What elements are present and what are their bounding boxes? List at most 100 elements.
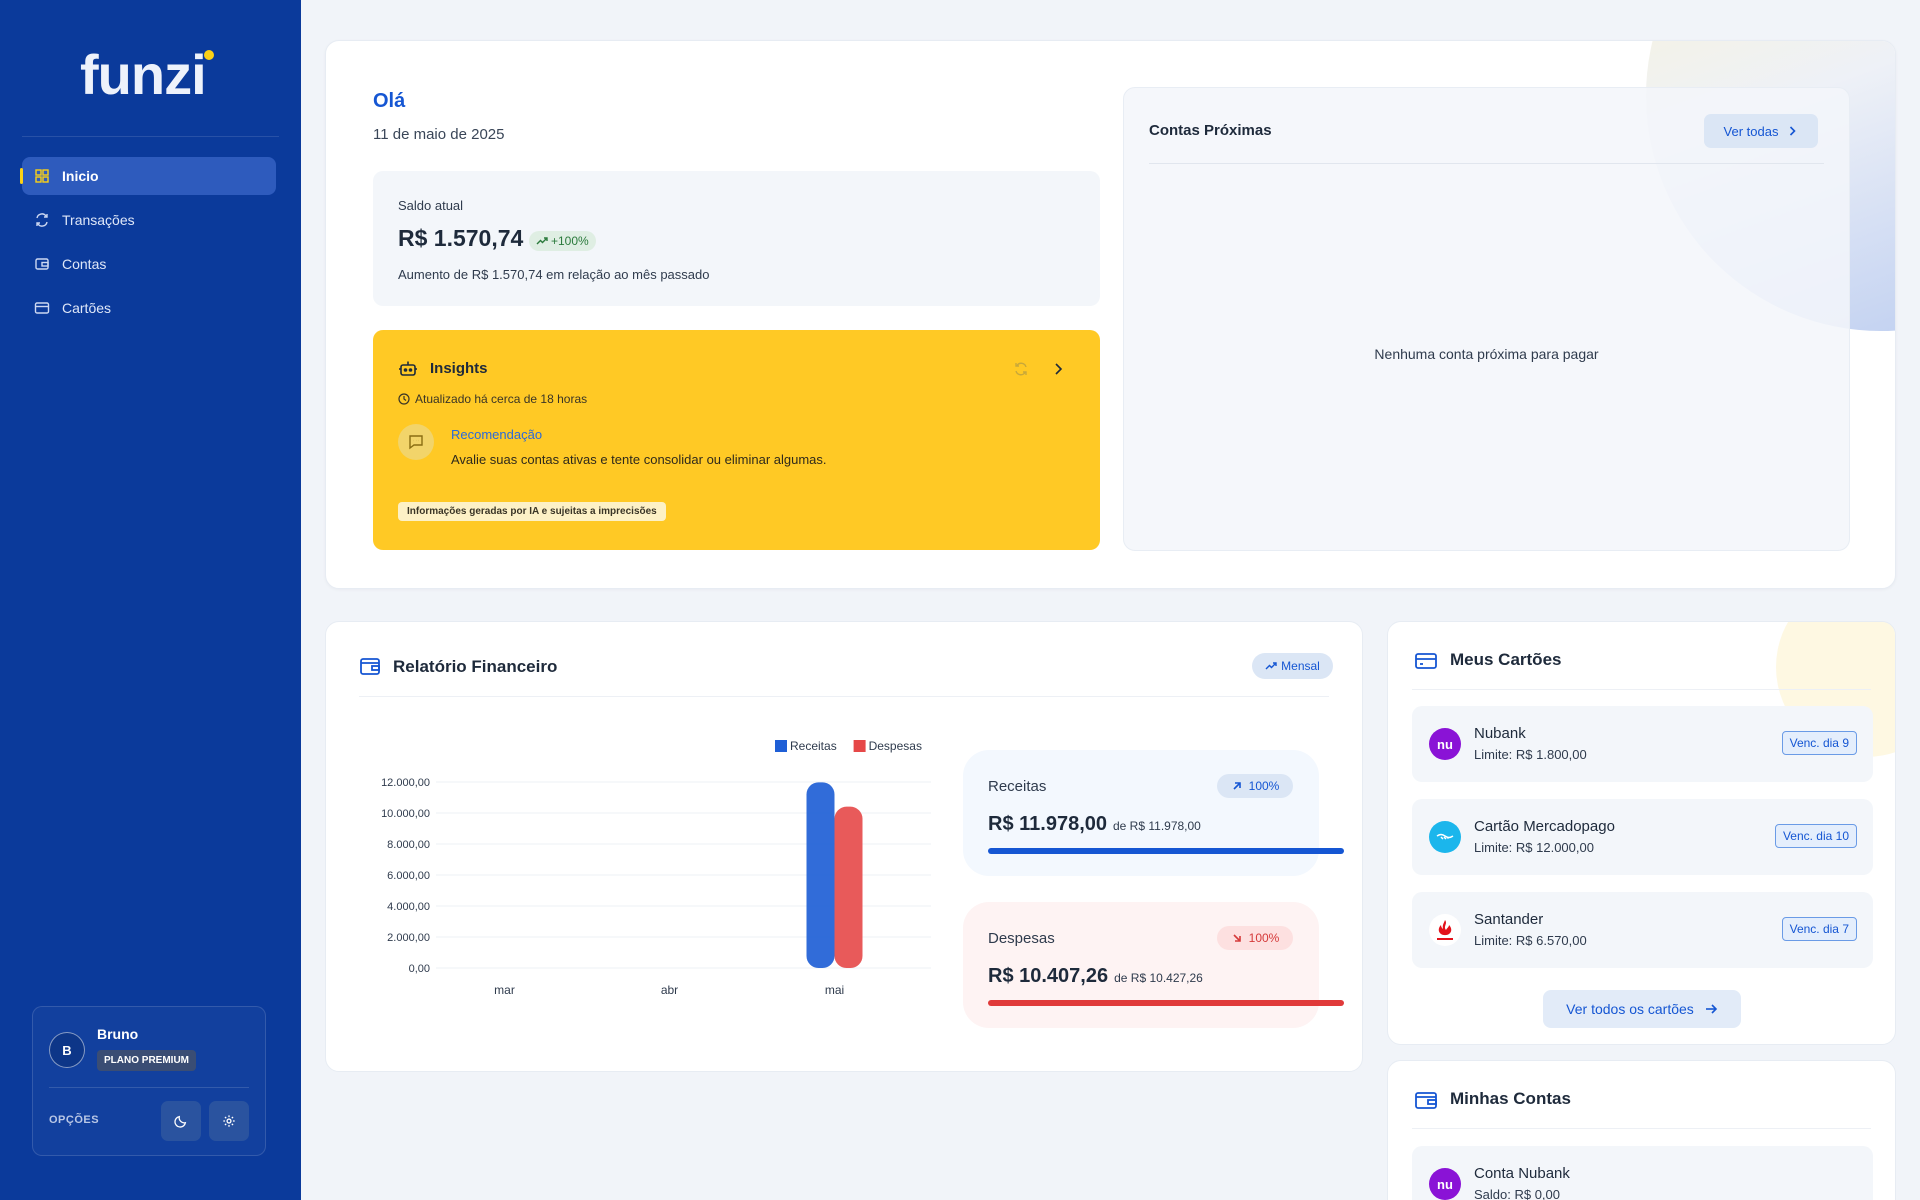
expenses-percent-badge: 100%: [1217, 926, 1293, 950]
balance-value: R$ 1.570,74: [398, 225, 524, 251]
card-item-nubank[interactable]: nu Nubank Limite: R$ 1.800,00 Venc. dia …: [1412, 706, 1873, 782]
card-item-mercadopago[interactable]: Cartão Mercadopago Limite: R$ 12.000,00 …: [1412, 799, 1873, 875]
app-logo[interactable]: funzi: [80, 42, 207, 107]
chat-icon: [409, 435, 423, 450]
report-title: Relatório Financeiro: [393, 657, 558, 676]
y-tick-label: 2.000,00: [387, 932, 430, 944]
view-all-cards-button[interactable]: Ver todos os cartões: [1543, 990, 1741, 1028]
sidebar-divider: [22, 136, 279, 137]
balance-change: +100%: [551, 234, 589, 248]
chevron-right-icon[interactable]: [1050, 361, 1066, 377]
income-value: R$ 11.978,00: [988, 813, 1107, 835]
income-of: de R$ 11.978,00: [1113, 819, 1201, 833]
y-tick-label: 0,00: [409, 963, 430, 975]
expenses-percent: 100%: [1248, 931, 1280, 945]
y-tick-label: 4.000,00: [387, 901, 430, 913]
card-item-santander[interactable]: Santander Limite: R$ 6.570,00 Venc. dia …: [1412, 892, 1873, 968]
legend-swatch: [853, 740, 866, 752]
income-card: Receitas 100% R$ 11.978,00 de R$ 11.978,0…: [963, 750, 1344, 876]
income-percent: 100%: [1248, 779, 1280, 793]
user-name: Bruno: [97, 1026, 139, 1042]
expenses-of: de R$ 10.427,26: [1114, 971, 1203, 985]
account-balance: Saldo: R$ 0,00: [1474, 1187, 1561, 1200]
cards-divider: [1412, 689, 1871, 690]
legend-label: Receitas: [790, 739, 837, 753]
insights-updated-text: Atualizado há cerca de 18 horas: [415, 392, 588, 406]
card-limit: Limite: R$ 6.570,00: [1474, 933, 1587, 948]
credit-card-icon: [1415, 653, 1437, 669]
balance-change-badge: +100%: [529, 231, 596, 251]
recommendation-avatar: [398, 424, 434, 460]
upcoming-bills: Contas Próximas Ver todas Nenhuma conta …: [1123, 87, 1850, 551]
arrow-up-right-icon: [1233, 782, 1241, 790]
avatar[interactable]: B: [49, 1032, 85, 1068]
wallet-icon: [34, 256, 50, 272]
robot-icon: [399, 361, 417, 376]
plan-badge: PLANO PREMIUM: [97, 1050, 196, 1071]
x-tick-label: mai: [825, 983, 844, 997]
wallet-icon: [1415, 1092, 1437, 1109]
expenses-progress-bar: [988, 1000, 1344, 1006]
expenses-value: R$ 10.407,26: [988, 965, 1109, 987]
expenses-card: Despesas 100% R$ 10.407,26 de R$ 10.427,2…: [963, 902, 1344, 1028]
balance-label: Saldo atual: [398, 198, 464, 213]
recommendation-title: Recomendação: [451, 427, 543, 442]
account-item-nubank[interactable]: nu Conta Nubank Saldo: R$ 0,00: [1412, 1146, 1873, 1200]
user-card: B Bruno PLANO PREMIUM OPÇÕES: [32, 1006, 266, 1156]
expenses-value-row: R$ 10.407,26 de R$ 10.427,26: [988, 965, 1203, 988]
flame-icon: [1437, 920, 1453, 940]
view-all-cards-label: Ver todos os cartões: [1566, 1001, 1694, 1017]
financial-report: Relatório Financeiro Mensal 0,00 2.000,00…: [325, 621, 1363, 1072]
insights-updated: Atualizado há cerca de 18 horas: [398, 392, 587, 406]
card-name: Cartão Mercadopago: [1474, 818, 1615, 835]
sidebar-item-inicio[interactable]: Inicio: [20, 157, 276, 195]
recommendation-text: Avalie suas contas ativas e tente consol…: [451, 452, 827, 467]
arrow-right-icon: [1705, 1004, 1717, 1014]
settings-button[interactable]: [209, 1101, 249, 1141]
exchange-icon: [34, 212, 50, 228]
upcoming-title: Contas Próximas: [1149, 122, 1272, 139]
sidebar: funzi Inicio Transações Contas Cartões B…: [0, 0, 301, 1200]
y-tick-label: 8.000,00: [387, 839, 430, 851]
trending-up-icon: [536, 237, 548, 245]
trending-up-icon: [1265, 662, 1277, 670]
report-period-toggle[interactable]: Mensal: [1252, 653, 1333, 679]
income-expense-chart: 0,00 2.000,00 4.000,00 6.000,00 8.000,00 10.0…: [381, 739, 931, 997]
current-date: 11 de maio de 2025: [373, 126, 505, 143]
y-tick-label: 10.000,00: [381, 808, 430, 820]
view-all-bills-button[interactable]: Ver todas: [1704, 114, 1818, 148]
card-name: Santander: [1474, 911, 1544, 928]
overview-card: Olá 11 de maio de 2025 Saldo atual R$ 1.…: [325, 40, 1896, 589]
my-accounts-panel: Minhas Contas nu Conta Nubank Saldo: R$ …: [1387, 1060, 1896, 1200]
my-cards-panel: Meus Cartões nu Nubank Limite: R$ 1.800,…: [1387, 621, 1896, 1045]
accounts-title: Minhas Contas: [1450, 1089, 1571, 1108]
sidebar-item-label: Inicio: [62, 168, 99, 184]
card-limit: Limite: R$ 12.000,00: [1474, 840, 1594, 855]
report-divider: [359, 696, 1329, 697]
moon-icon: [174, 1115, 187, 1128]
income-value-row: R$ 11.978,00 de R$ 11.978,00: [988, 813, 1201, 836]
account-name: Conta Nubank: [1474, 1165, 1570, 1182]
insights-card: Insights Atualizado há cerca de 18 horas…: [373, 330, 1100, 550]
chevron-right-icon: [1790, 126, 1797, 136]
handshake-icon: [1436, 833, 1454, 840]
dark-mode-button[interactable]: [161, 1101, 201, 1141]
insights-title: Insights: [430, 360, 488, 377]
balance-box: Saldo atual R$ 1.570,74 +100% Aumento de…: [373, 171, 1100, 306]
x-tick-label: abr: [661, 983, 678, 997]
greeting: Olá: [373, 90, 406, 112]
logo-dot: [204, 50, 214, 60]
sidebar-item-transacoes[interactable]: Transações: [22, 201, 276, 239]
income-progress-bar: [988, 848, 1344, 854]
card-name: Nubank: [1474, 725, 1526, 742]
sidebar-item-label: Cartões: [62, 300, 112, 316]
report-period: Mensal: [1281, 659, 1320, 673]
sidebar-item-contas[interactable]: Contas: [22, 245, 276, 283]
accounts-divider: [1412, 1128, 1871, 1129]
ai-disclaimer: Informações geradas por IA e sujeitas a …: [398, 502, 666, 521]
refresh-icon[interactable]: [1013, 361, 1029, 377]
x-tick-label: mar: [494, 983, 515, 997]
sidebar-item-cartoes[interactable]: Cartões: [22, 289, 276, 327]
legend-swatch: [775, 740, 787, 752]
options-label: OPÇÕES: [49, 1114, 100, 1126]
